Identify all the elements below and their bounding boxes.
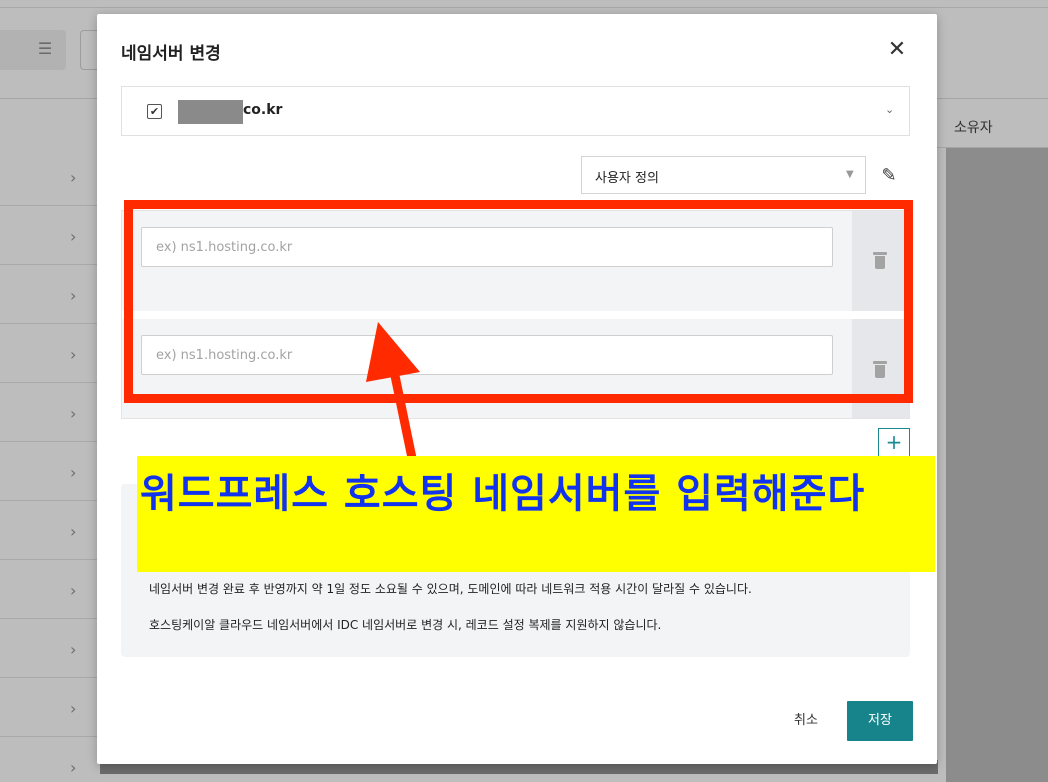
chevron-right-icon: › (70, 581, 77, 600)
chevron-right-icon: › (70, 522, 77, 541)
domain-suffix: co.kr (243, 102, 283, 118)
edit-note-icon[interactable]: ✎ (877, 164, 901, 188)
notice-line: 호스팅케이알 클라우드 네임서버에서 IDC 네임서버로 변경 시, 레코드 설… (149, 618, 662, 632)
save-button[interactable]: 저장 (847, 701, 913, 741)
background-table-row (0, 206, 97, 265)
background-table-row (0, 678, 97, 737)
background-owner-column (946, 148, 1048, 782)
highlight-box (124, 200, 913, 403)
chevron-right-icon: › (70, 404, 77, 423)
chevron-right-icon: › (70, 286, 77, 305)
domain-checkbox[interactable]: ✔ (147, 104, 162, 119)
chevron-right-icon: › (70, 758, 77, 777)
chevron-right-icon: › (70, 227, 77, 246)
chevron-right-icon: › (70, 640, 77, 659)
background-table-row (0, 619, 97, 678)
chevron-right-icon: › (70, 699, 77, 718)
annotation-banner: 워드프레스 호스팅 네임서버를 입력해준다 (137, 456, 935, 572)
chevron-down-icon: ⌄ (885, 103, 895, 116)
sliders-icon: ☰ (37, 39, 53, 58)
annotation-banner-text: 워드프레스 호스팅 네임서버를 입력해준다 (140, 471, 866, 517)
background-topbar (0, 0, 1048, 8)
modal-title: 네임서버 변경 (121, 44, 221, 64)
background-table-row (0, 501, 97, 560)
chevron-right-icon: › (70, 168, 77, 187)
chevron-right-icon: › (70, 463, 77, 482)
preset-select-value: 사용자 정의 (595, 171, 659, 186)
close-icon[interactable]: ✕ (885, 38, 909, 62)
background-table-row (0, 383, 97, 442)
background-table-row (0, 147, 97, 206)
owner-column-header: 소유자 (954, 120, 993, 136)
background-table-row (0, 737, 97, 782)
cancel-button[interactable]: 취소 (779, 702, 833, 740)
background-table-row (0, 324, 97, 383)
caret-down-icon: ▼ (846, 169, 854, 180)
redacted-domain-mask (178, 100, 243, 124)
nameserver-preset-select[interactable]: 사용자 정의 ▼ (581, 156, 866, 194)
background-table-row (0, 442, 97, 501)
notice-line: 네임서버 변경 완료 후 반영까지 약 1일 정도 소요될 수 있으며, 도메인… (149, 582, 752, 596)
background-table-row (0, 265, 97, 324)
chevron-right-icon: › (70, 345, 77, 364)
add-nameserver-button[interactable]: + (878, 428, 910, 458)
domain-select[interactable]: ✔ co.kr ⌄ (121, 86, 910, 136)
background-table-row (0, 560, 97, 619)
background-filter-button (0, 30, 66, 70)
